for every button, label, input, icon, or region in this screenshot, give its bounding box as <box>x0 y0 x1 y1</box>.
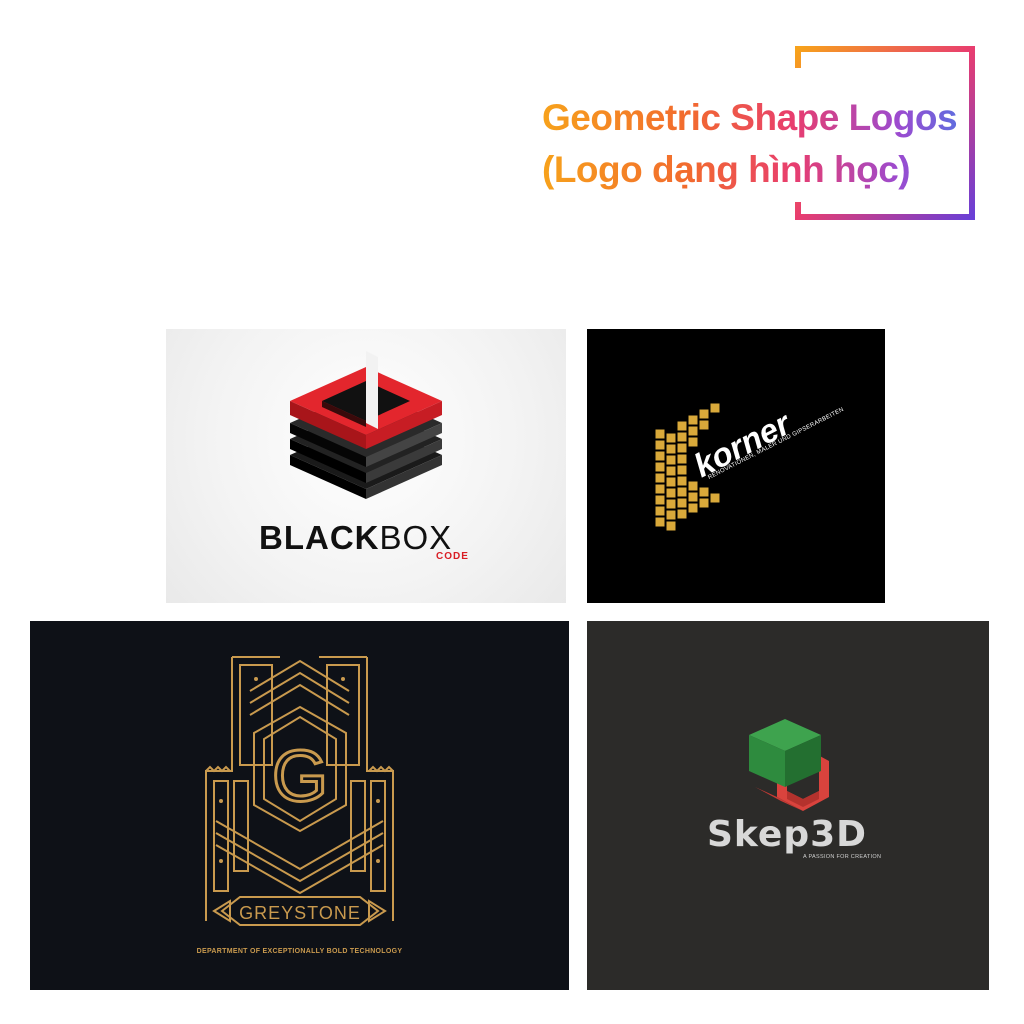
greystone-logo-panel: G GREYSTONE DEPARTMENT OF EXCEPTIONALLY … <box>30 621 569 990</box>
blackbox-logo-panel: BLACKBOX CODE <box>166 329 566 603</box>
blackbox-word-black: BLACK <box>259 519 380 556</box>
greystone-letter: G <box>272 737 328 817</box>
skep3d-logo-panel: Skep3D A PASSION FOR CREATION <box>587 621 989 990</box>
skep3d-subtitle: A PASSION FOR CREATION <box>803 854 882 860</box>
blackbox-wordmark: BLACKBOX <box>259 519 452 557</box>
greystone-wordmark: GREYSTONE <box>239 903 361 923</box>
blackbox-subtitle: CODE <box>436 551 469 562</box>
greystone-subtitle: DEPARTMENT OF EXCEPTIONALLY BOLD TECHNOL… <box>196 948 403 955</box>
title-line-1: Geometric Shape Logos <box>542 97 958 138</box>
korner-logo-panel: korner RENOVATIONEN, MALER UND GIPSERARB… <box>587 329 885 603</box>
blackbox-cube-icon <box>290 351 442 499</box>
title-line-2: (Logo dạng hình học) <box>542 149 911 190</box>
skep3d-cube-icon <box>749 719 829 811</box>
greystone-crest-icon: G <box>205 656 394 926</box>
page-title: Geometric Shape Logos (Logo dạng hình họ… <box>542 92 962 196</box>
skep3d-wordmark: Skep3D <box>707 814 868 855</box>
